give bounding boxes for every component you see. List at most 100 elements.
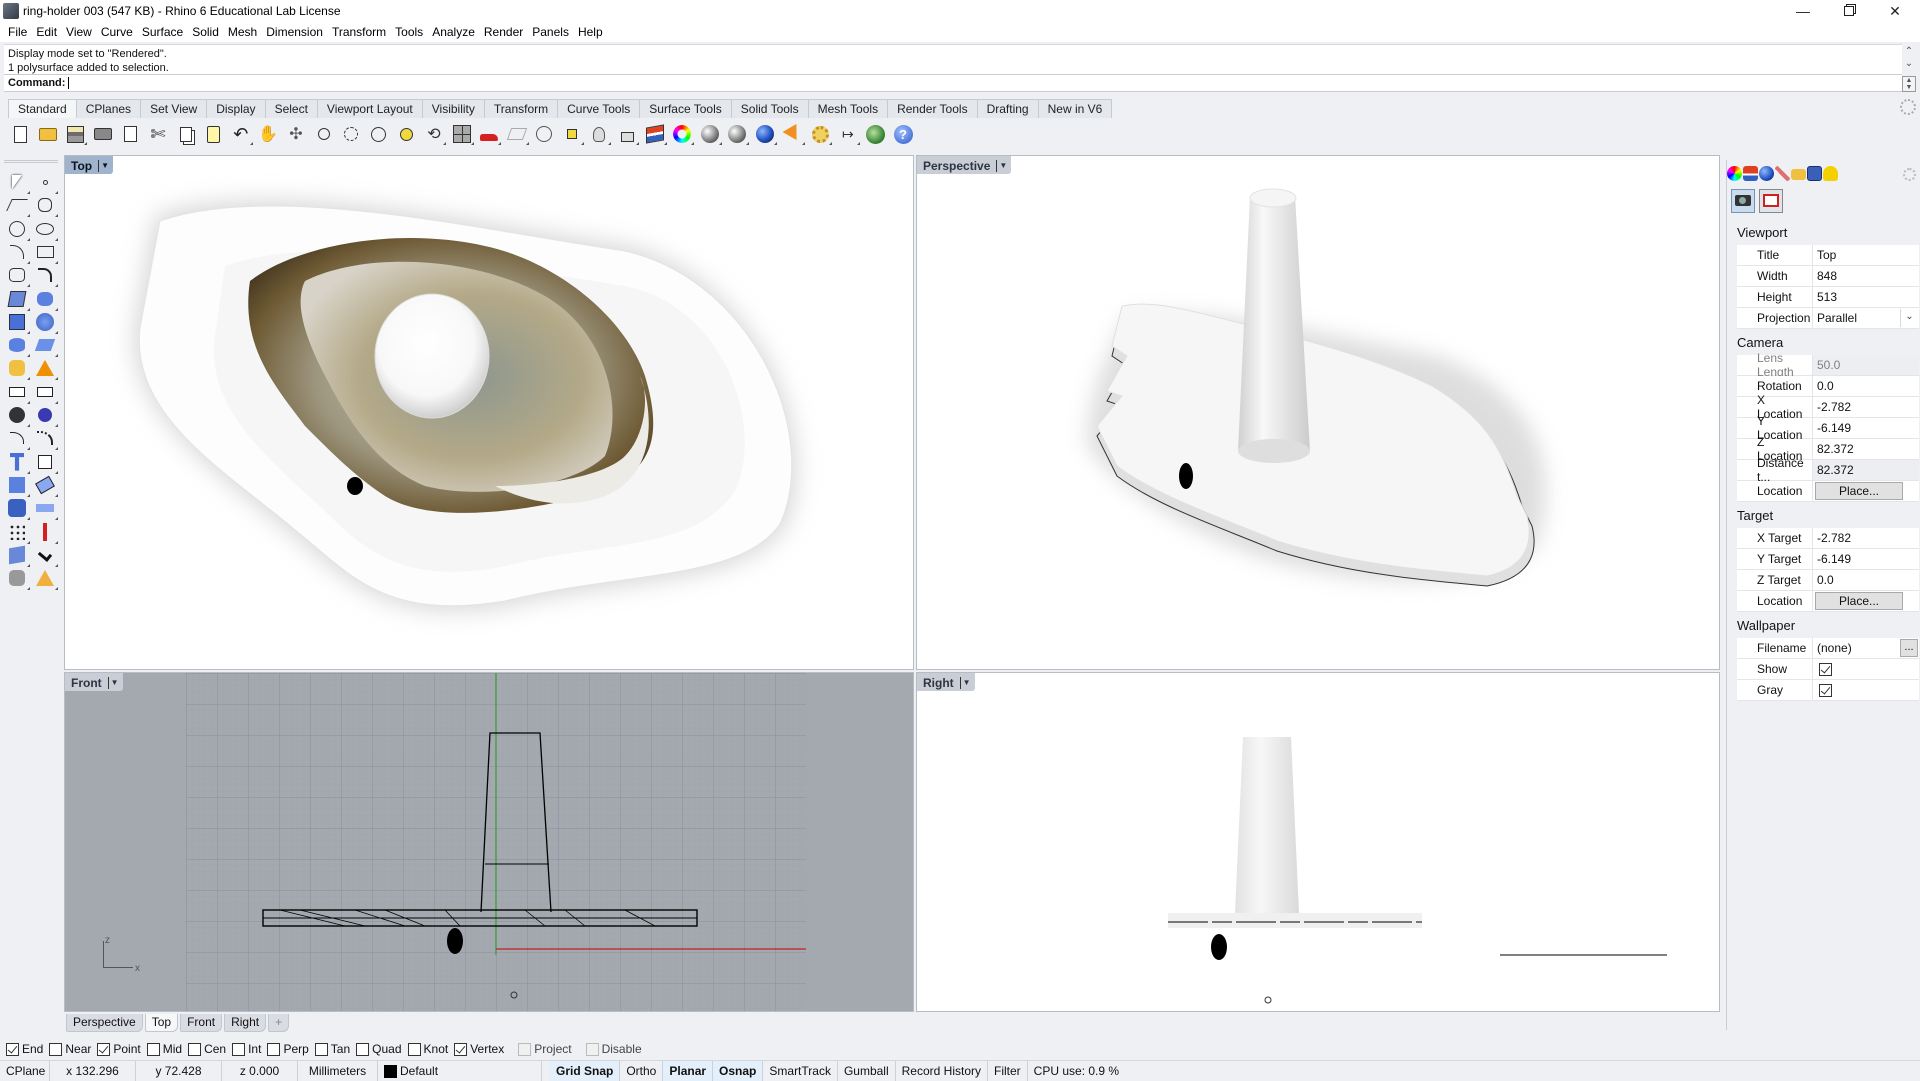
osnap-checkbox[interactable] xyxy=(267,1042,281,1056)
ellipse-icon[interactable] xyxy=(34,218,58,241)
osnap-knot[interactable]: Knot xyxy=(407,1042,448,1056)
toggle-record-history[interactable]: Record History xyxy=(896,1061,988,1081)
zoom-dynamic-icon[interactable] xyxy=(312,122,336,146)
zoom-selected-icon[interactable] xyxy=(394,122,418,146)
panel-settings-gear-icon[interactable] xyxy=(1903,168,1916,181)
chevron-down-icon[interactable]: ⌄ xyxy=(1900,309,1918,327)
command-line[interactable]: Command: xyxy=(4,74,1902,92)
menu-edit[interactable]: Edit xyxy=(32,22,62,42)
z-location-field[interactable]: 82.372 xyxy=(1813,439,1919,459)
folder-icon[interactable] xyxy=(1791,169,1806,180)
toolbar-grip[interactable] xyxy=(4,160,58,163)
tab-mesh-tools[interactable]: Mesh Tools xyxy=(807,99,889,118)
tab-set-view[interactable]: Set View xyxy=(140,99,208,118)
osnap-near[interactable]: Near xyxy=(49,1042,91,1056)
extrude-surface-icon[interactable] xyxy=(34,334,58,358)
extrude-icon[interactable] xyxy=(34,497,58,521)
toolbar-settings-gear-icon[interactable] xyxy=(1900,99,1916,115)
toggle-gumball[interactable]: Gumball xyxy=(838,1061,896,1081)
circle-point-icon[interactable] xyxy=(532,122,556,146)
print-icon[interactable] xyxy=(91,122,115,146)
width-field[interactable]: 848 xyxy=(1813,266,1919,286)
blue-sphere-icon[interactable] xyxy=(753,122,778,146)
show-checkbox[interactable] xyxy=(1819,662,1832,676)
select-arrow-icon[interactable] xyxy=(6,171,30,194)
rotate-icon[interactable] xyxy=(34,474,58,497)
layer-icon[interactable] xyxy=(1743,166,1758,181)
viewport-label-right[interactable]: Right ▼ xyxy=(917,673,975,691)
point-icon[interactable] xyxy=(34,171,58,194)
render-brush-icon[interactable] xyxy=(1775,166,1790,181)
boolean-union-icon[interactable] xyxy=(34,311,58,334)
toggle-filter[interactable]: Filter xyxy=(988,1061,1028,1081)
osnap-disable[interactable]: Disable xyxy=(585,1042,642,1056)
split-icon[interactable] xyxy=(34,381,58,404)
tab-select[interactable]: Select xyxy=(264,99,318,118)
height-field[interactable]: 513 xyxy=(1813,287,1919,307)
ungroup-icon[interactable] xyxy=(34,404,58,427)
menu-dimension[interactable]: Dimension xyxy=(262,22,328,42)
circle-icon[interactable] xyxy=(6,218,30,241)
solid-edit-icon[interactable] xyxy=(6,497,30,521)
dropdown-arrow-icon[interactable]: ▼ xyxy=(107,677,119,689)
rotation-field[interactable]: 0.0 xyxy=(1813,376,1919,396)
menu-surface[interactable]: Surface xyxy=(138,22,188,42)
cplane-indicator[interactable]: CPlane xyxy=(0,1061,50,1081)
viewport-label-front[interactable]: Front ▼ xyxy=(65,673,123,691)
color-wheel-icon[interactable] xyxy=(670,122,695,146)
cplane-icon[interactable] xyxy=(505,122,529,146)
paste-icon[interactable] xyxy=(201,122,225,146)
viewport-perspective[interactable]: Perspective ▼ xyxy=(916,155,1720,670)
toggle-grid-snap[interactable]: Grid Snap xyxy=(550,1061,621,1081)
osnap-checkbox[interactable] xyxy=(314,1042,328,1056)
help-icon[interactable]: ? xyxy=(891,122,915,146)
minimize-button[interactable]: — xyxy=(1780,0,1826,22)
restore-button[interactable] xyxy=(1826,0,1872,22)
polyline-icon[interactable] xyxy=(6,194,30,218)
car-icon[interactable] xyxy=(477,122,502,146)
array-icon[interactable] xyxy=(6,474,30,497)
curve-cv-icon[interactable] xyxy=(34,194,58,218)
menu-view[interactable]: View xyxy=(62,22,97,42)
toggle-osnap[interactable]: Osnap xyxy=(713,1061,764,1081)
tab-standard[interactable]: Standard xyxy=(8,99,77,118)
import-icon[interactable] xyxy=(118,122,142,146)
add-viewport-tab-button[interactable]: + xyxy=(268,1014,290,1032)
globe-icon[interactable] xyxy=(863,122,887,146)
command-spinner[interactable]: ▲ ▼ xyxy=(1902,76,1916,92)
x-target-field[interactable]: -2.782 xyxy=(1813,528,1919,548)
gear-settings-icon[interactable] xyxy=(808,122,833,146)
gray-checkbox[interactable] xyxy=(1819,683,1832,697)
render-sphere-grid-icon[interactable] xyxy=(725,122,750,146)
toggle-planar[interactable]: Planar xyxy=(663,1061,714,1081)
history-scroll-up-icon[interactable]: ⌃ xyxy=(1902,46,1916,57)
trim-icon[interactable] xyxy=(6,381,30,404)
cylinder-icon[interactable] xyxy=(6,334,30,358)
help-window-icon[interactable] xyxy=(1807,166,1822,181)
material-sphere-icon[interactable] xyxy=(1759,166,1774,181)
x-location-field[interactable]: -2.782 xyxy=(1813,397,1919,417)
fillet-curve-icon[interactable] xyxy=(34,264,58,288)
new-icon[interactable] xyxy=(8,122,32,146)
units-indicator[interactable]: Millimeters xyxy=(298,1061,378,1081)
dropdown-arrow-icon[interactable]: ▼ xyxy=(959,677,971,689)
osnap-checkbox[interactable] xyxy=(97,1042,111,1056)
vptab-right[interactable]: Right xyxy=(224,1014,267,1032)
check-icon[interactable] xyxy=(34,544,58,567)
osnap-checkbox[interactable] xyxy=(188,1042,202,1056)
group-icon[interactable] xyxy=(6,404,30,427)
move-icon[interactable] xyxy=(34,451,58,474)
osnap-checkbox[interactable] xyxy=(356,1042,370,1056)
zoom-extents-icon[interactable] xyxy=(367,122,391,146)
projection-select[interactable]: Parallel ⌄ xyxy=(1813,308,1919,328)
z-target-field[interactable]: 0.0 xyxy=(1813,570,1919,590)
vptab-front[interactable]: Front xyxy=(180,1014,223,1032)
menu-tools[interactable]: Tools xyxy=(391,22,428,42)
menu-transform[interactable]: Transform xyxy=(328,22,391,42)
fillet-edge-icon[interactable] xyxy=(34,427,58,451)
viewport-frame-button[interactable] xyxy=(1759,189,1783,213)
menu-panels[interactable]: Panels xyxy=(528,22,574,42)
copy-icon[interactable] xyxy=(174,122,198,146)
osnap-int[interactable]: Int xyxy=(232,1042,261,1056)
toggle-ortho[interactable]: Ortho xyxy=(620,1061,664,1081)
